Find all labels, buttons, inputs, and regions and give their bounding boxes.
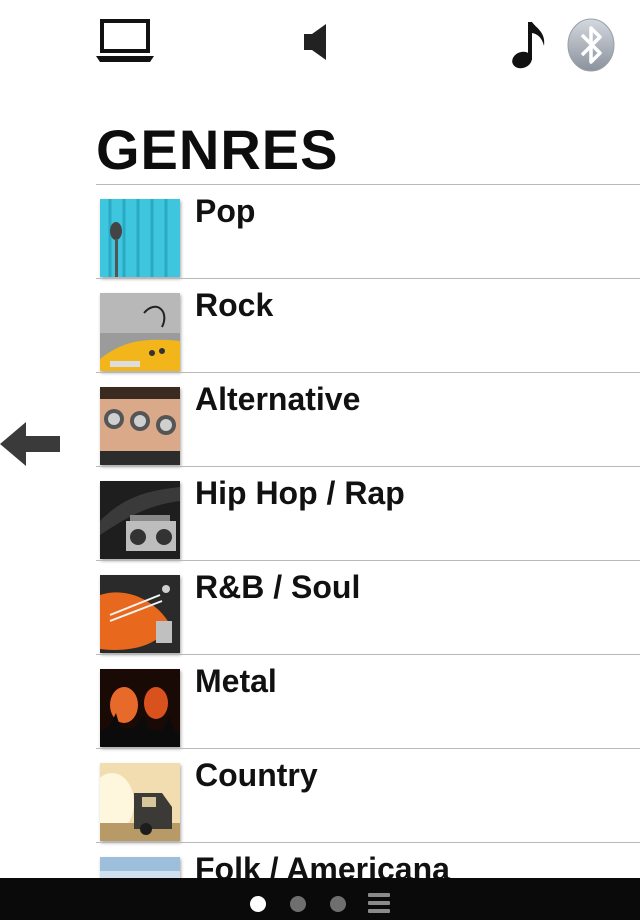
speaker-icon[interactable] bbox=[300, 22, 330, 62]
genre-row-rock[interactable]: Rock bbox=[96, 278, 640, 372]
amplifier-knobs-thumbnail bbox=[100, 387, 180, 465]
genre-label: Folk / Americana bbox=[195, 851, 450, 878]
page-dot-active[interactable] bbox=[250, 896, 266, 912]
electric-guitar-thumbnail bbox=[100, 293, 180, 371]
music-note-icon[interactable] bbox=[510, 18, 550, 70]
genre-row-metal[interactable]: Metal bbox=[96, 654, 640, 748]
sky-thumbnail bbox=[100, 857, 180, 878]
genre-label: Metal bbox=[195, 663, 277, 699]
genre-row-folk-americana[interactable]: Folk / Americana bbox=[96, 842, 640, 878]
genre-label: Hip Hop / Rap bbox=[195, 475, 405, 511]
concert-crowd-thumbnail bbox=[100, 669, 180, 747]
genre-label: Country bbox=[195, 757, 318, 793]
pickup-truck-thumbnail bbox=[100, 763, 180, 841]
bass-guitar-thumbnail bbox=[100, 575, 180, 653]
laptop-icon[interactable] bbox=[96, 18, 154, 64]
genre-label: Pop bbox=[195, 193, 256, 229]
page-title: GENRES bbox=[96, 118, 339, 181]
bluetooth-icon[interactable] bbox=[566, 18, 616, 72]
genre-row-pop[interactable]: Pop bbox=[96, 184, 640, 278]
boombox-thumbnail bbox=[100, 481, 180, 559]
page-dot[interactable] bbox=[330, 896, 346, 912]
genre-row-alternative[interactable]: Alternative bbox=[96, 372, 640, 466]
page-dot[interactable] bbox=[290, 896, 306, 912]
back-arrow-icon[interactable] bbox=[0, 420, 62, 468]
genre-list: Pop Rock Alternative Hip Hop / Rap R&B /… bbox=[96, 184, 640, 878]
microphone-thumbnail bbox=[100, 199, 180, 277]
genres-screen: GENRES Pop Rock Alternative Hip Hop / Ra… bbox=[0, 0, 640, 920]
genre-label: R&B / Soul bbox=[195, 569, 361, 605]
genre-row-country[interactable]: Country bbox=[96, 748, 640, 842]
genre-label: Alternative bbox=[195, 381, 361, 417]
genre-label: Rock bbox=[195, 287, 274, 323]
hamburger-menu-icon[interactable] bbox=[368, 893, 390, 915]
page-indicator-bar bbox=[0, 878, 640, 920]
genre-row-rnb-soul[interactable]: R&B / Soul bbox=[96, 560, 640, 654]
genre-row-hip-hop-rap[interactable]: Hip Hop / Rap bbox=[96, 466, 640, 560]
